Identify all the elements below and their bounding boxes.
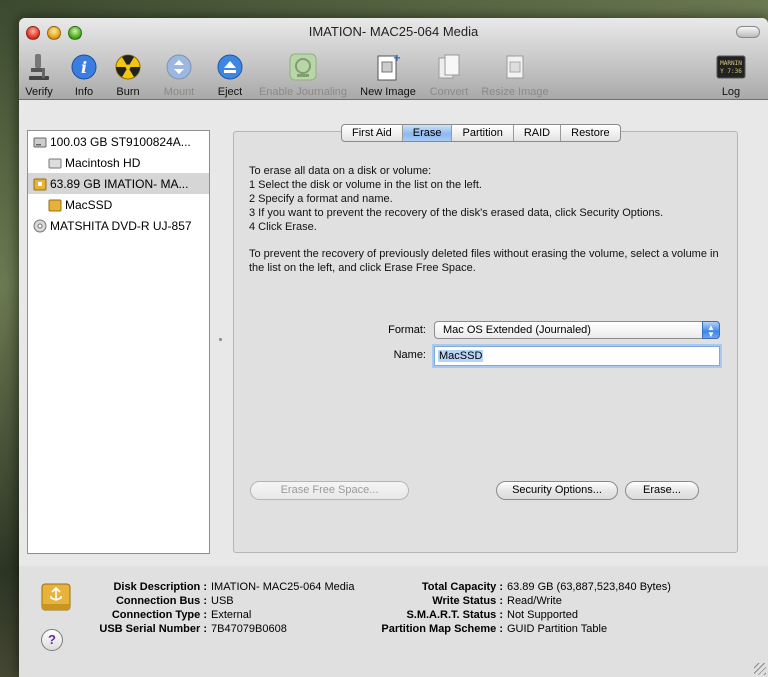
name-input[interactable]: MacSSD — [434, 346, 720, 366]
name-label: Name: — [393, 349, 426, 361]
disk-info-right: Total Capacity :63.89 GB (63,887,523,840… — [381, 581, 671, 635]
sidebar-item-macintosh-hd[interactable]: Macintosh HD — [28, 152, 209, 173]
erase-instructions: To erase all data on a disk or volume: 1… — [249, 165, 664, 233]
toolbar-toggle-button[interactable] — [736, 26, 760, 38]
volume-icon — [48, 158, 62, 168]
convert-icon — [438, 54, 460, 79]
tab-raid[interactable]: RAID — [514, 125, 562, 141]
security-options-button[interactable]: Security Options... — [496, 481, 618, 500]
info-button[interactable]: i Info — [67, 52, 101, 98]
mount-button[interactable]: Mount — [159, 52, 199, 98]
info-icon: i — [71, 54, 97, 80]
svg-text:+: + — [393, 52, 400, 65]
resize-image-icon — [506, 55, 524, 79]
titlebar: IMATION- MAC25-064 Media Verify i Info B… — [19, 18, 768, 100]
sidebar-item-macssd[interactable]: MacSSD — [28, 194, 209, 215]
sidebar-item-imation-disk[interactable]: 63.89 GB IMATION- MA... — [28, 173, 209, 194]
tab-bar: First Aid Erase Partition RAID Restore — [341, 124, 621, 142]
burn-button[interactable]: Burn — [111, 52, 145, 98]
tab-first-aid[interactable]: First Aid — [342, 125, 403, 141]
sidebar-item-internal-disk[interactable]: 100.03 GB ST9100824A... — [28, 131, 209, 152]
sidebar-item-dvd-drive[interactable]: MATSHITA DVD-R UJ-857 — [28, 215, 209, 236]
split-view-handle[interactable] — [219, 338, 222, 341]
eject-icon — [217, 54, 243, 80]
erase-free-space-button[interactable]: Erase Free Space... — [250, 481, 409, 500]
tab-restore[interactable]: Restore — [561, 125, 620, 141]
radiation-icon — [115, 54, 141, 80]
usb-volume-icon — [48, 199, 62, 211]
enable-journaling-button[interactable]: Enable Journaling — [255, 52, 351, 98]
tab-partition[interactable]: Partition — [452, 125, 514, 141]
eject-button[interactable]: Eject — [212, 52, 248, 98]
mount-icon — [166, 54, 192, 80]
disk-info-left: Disk Description : IMATION- MAC25-064 Med… — [99, 581, 355, 635]
window-title: IMATION- MAC25-064 Media — [308, 24, 479, 39]
log-button[interactable]: MARNIN Y 7:36 Log — [715, 52, 747, 98]
format-label: Format: — [388, 324, 426, 336]
journaling-icon — [289, 53, 317, 81]
convert-button[interactable]: Convert — [425, 52, 473, 98]
microscope-icon — [29, 54, 49, 80]
svg-text:Y 7:36: Y 7:36 — [720, 68, 742, 75]
console-log-icon: MARNINY 7:36 — [716, 55, 746, 79]
new-image-icon: + — [377, 52, 401, 81]
free-space-note: To prevent the recovery of previously de… — [249, 248, 719, 274]
svg-text:MARNIN: MARNIN — [720, 60, 742, 67]
window-resize-grip[interactable] — [754, 663, 766, 675]
select-arrows-icon: ▲ ▼ — [702, 321, 720, 339]
usb-disk-icon — [33, 178, 47, 190]
format-select[interactable]: Mac OS Extended (Journaled) ▲ ▼ — [434, 321, 720, 339]
svg-text:i: i — [81, 58, 87, 77]
verify-button[interactable]: Verify — [23, 52, 55, 98]
hard-disk-icon — [33, 137, 47, 147]
resize-image-button[interactable]: Resize Image — [479, 52, 551, 98]
disk-list[interactable]: 100.03 GB ST9100824A... Macintosh HD 63.… — [27, 130, 210, 554]
new-image-button[interactable]: + New Image — [357, 52, 419, 98]
tab-erase[interactable]: Erase — [402, 125, 453, 141]
erase-button[interactable]: Erase... — [625, 481, 699, 500]
optical-disc-icon — [33, 219, 47, 232]
disk-utility-window: IMATION- MAC25-064 Media Verify i Info B… — [19, 18, 768, 677]
